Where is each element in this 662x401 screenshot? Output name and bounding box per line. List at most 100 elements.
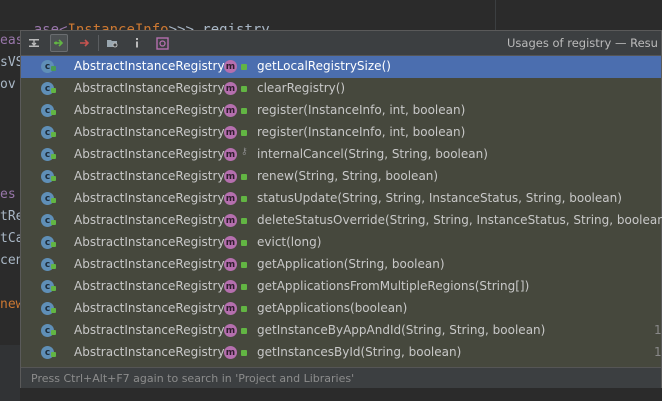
usage-row[interactable]: c AbstractInstanceRegistry m register(Insta…: [21, 100, 661, 122]
editor-gutter-strip: [0, 345, 20, 401]
method-icon: m: [224, 148, 237, 161]
method-icon: m: [224, 126, 237, 139]
popup-footer: Press Ctrl+Alt+F7 again to search in 'Pr…: [21, 367, 661, 388]
public-visibility-icon: [241, 328, 247, 334]
usage-row[interactable]: c AbstractInstanceRegistry m getApplication…: [21, 276, 661, 298]
public-visibility-icon: [51, 132, 56, 137]
method-signature: getApplicationsFromMultipleRegions(Strin…: [257, 279, 530, 293]
public-visibility-icon: [51, 220, 56, 225]
public-visibility-icon: [241, 130, 247, 136]
method-signature: register(InstanceInfo, int, boolean): [257, 125, 466, 139]
public-visibility-icon: [241, 196, 247, 202]
method-icon: m: [224, 214, 237, 227]
public-visibility-icon: [241, 108, 247, 114]
method-icon: m: [224, 60, 237, 73]
public-visibility-icon: [241, 262, 247, 268]
settings-folder-icon[interactable]: [103, 34, 121, 52]
usage-row[interactable]: c AbstractInstanceRegistry m ⚷ internalCance…: [21, 144, 661, 166]
method-icon: m: [224, 170, 237, 183]
usages-popup: Usages of registry — Resu c AbstractInsta…: [20, 30, 662, 388]
public-visibility-icon: [241, 218, 247, 224]
method-signature: getInstanceByAppAndId(String, String, bo…: [257, 323, 546, 337]
method-icon: m: [224, 324, 237, 337]
class-name: AbstractInstanceRegistry: [74, 279, 225, 293]
public-visibility-icon: [51, 330, 56, 335]
class-name: AbstractInstanceRegistry: [74, 257, 225, 271]
method-signature: renew(String, String, boolean): [257, 169, 439, 183]
method-icon: m: [224, 192, 237, 205]
usage-row[interactable]: c AbstractInstanceRegistry m clearRegistry(…: [21, 78, 661, 100]
usage-row[interactable]: c AbstractInstanceRegistry m getLocalRegist…: [21, 56, 661, 78]
protected-visibility-icon: ⚷: [241, 147, 248, 157]
public-visibility-icon: [51, 154, 56, 159]
class-name: AbstractInstanceRegistry: [74, 125, 225, 139]
public-visibility-icon: [241, 174, 247, 180]
method-icon: m: [224, 302, 237, 315]
code-fragment: ov: [0, 77, 16, 92]
public-visibility-icon: [51, 198, 56, 203]
usages-toolbar: Usages of registry — Resu: [21, 31, 661, 56]
class-name: AbstractInstanceRegistry: [74, 147, 225, 161]
code-fragment: es: [0, 187, 16, 202]
popup-title: Usages of registry — Resu: [507, 36, 658, 50]
public-visibility-icon: [51, 176, 56, 181]
merge-icon[interactable]: [25, 34, 43, 52]
line-number: 1: [654, 345, 662, 359]
filter-icon[interactable]: [153, 34, 171, 52]
go-to-icon[interactable]: [50, 34, 68, 52]
usage-row[interactable]: c AbstractInstanceRegistry m deleteStatusOv…: [21, 210, 662, 232]
method-signature: clearRegistry(): [257, 81, 346, 95]
public-visibility-icon: [51, 88, 56, 93]
public-visibility-icon: [51, 242, 56, 247]
class-name: AbstractInstanceRegistry: [74, 301, 225, 315]
public-visibility-icon: [51, 110, 56, 115]
public-visibility-icon: [51, 66, 56, 71]
class-name: AbstractInstanceRegistry: [74, 103, 225, 117]
class-name: AbstractInstanceRegistry: [74, 345, 225, 359]
class-name: AbstractInstanceRegistry: [74, 191, 225, 205]
class-name: AbstractInstanceRegistry: [74, 323, 225, 337]
back-icon[interactable]: [75, 34, 93, 52]
info-icon[interactable]: [128, 34, 146, 52]
public-visibility-icon: [241, 86, 247, 92]
usages-list: c AbstractInstanceRegistry m getLocalRegist…: [21, 56, 662, 364]
usage-row[interactable]: c AbstractInstanceRegistry m getInstanceByA…: [21, 320, 662, 342]
public-visibility-icon: [241, 64, 247, 70]
method-icon: m: [224, 82, 237, 95]
footer-hint: Press Ctrl+Alt+F7 again to search in 'Pr…: [31, 372, 355, 385]
method-signature: deleteStatusOverride(String, String, Ins…: [257, 213, 662, 227]
usage-row[interactable]: c AbstractInstanceRegistry m getInstancesBy…: [21, 342, 662, 364]
usage-row[interactable]: c AbstractInstanceRegistry m statusUpdate(S…: [21, 188, 661, 210]
public-visibility-icon: [241, 350, 247, 356]
public-visibility-icon: [241, 240, 247, 246]
method-icon: m: [224, 280, 237, 293]
method-signature: getApplication(String, boolean): [257, 257, 445, 271]
public-visibility-icon: [51, 286, 56, 291]
toolbar-separator: [98, 35, 99, 51]
class-name: AbstractInstanceRegistry: [74, 213, 225, 227]
usage-row[interactable]: c AbstractInstanceRegistry m getApplication…: [21, 298, 661, 320]
method-icon: m: [224, 236, 237, 249]
public-visibility-icon: [51, 352, 56, 357]
public-visibility-icon: [51, 264, 56, 269]
method-icon: m: [224, 258, 237, 271]
method-signature: register(InstanceInfo, int, boolean): [257, 103, 466, 117]
usage-row[interactable]: c AbstractInstanceRegistry m renew(String, …: [21, 166, 661, 188]
usage-row[interactable]: c AbstractInstanceRegistry m register(Insta…: [21, 122, 661, 144]
class-name: AbstractInstanceRegistry: [74, 59, 225, 73]
method-signature: statusUpdate(String, String, InstanceSta…: [257, 191, 622, 205]
public-visibility-icon: [241, 284, 247, 290]
method-signature: internalCancel(String, String, boolean): [257, 147, 488, 161]
usage-row[interactable]: c AbstractInstanceRegistry m getApplication…: [21, 254, 661, 276]
line-number: 1: [654, 323, 662, 337]
class-name: AbstractInstanceRegistry: [74, 235, 225, 249]
class-name: AbstractInstanceRegistry: [74, 169, 225, 183]
public-visibility-icon: [241, 306, 247, 312]
method-signature: getInstancesById(String, boolean): [257, 345, 462, 359]
editor-vertical-divider: [495, 0, 496, 30]
usage-row[interactable]: c AbstractInstanceRegistry m evict(long): [21, 232, 661, 254]
method-signature: evict(long): [257, 235, 322, 249]
method-icon: m: [224, 104, 237, 117]
method-icon: m: [224, 346, 237, 359]
method-signature: getLocalRegistrySize(): [257, 59, 391, 73]
